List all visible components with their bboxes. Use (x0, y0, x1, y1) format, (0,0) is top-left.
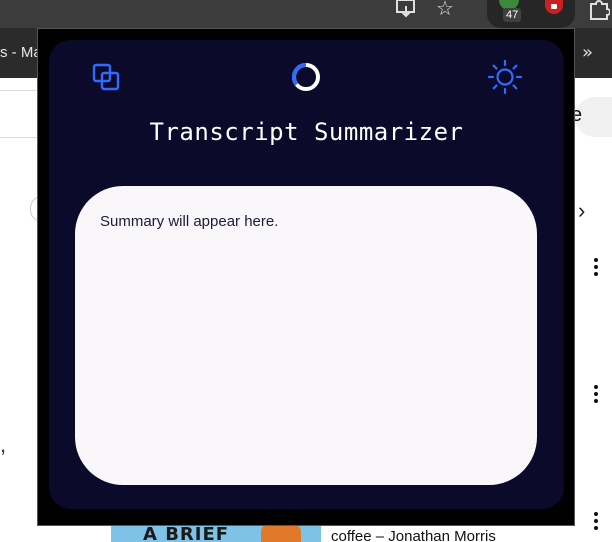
page-text-fragment: , (0, 432, 7, 457)
loading-spinner-icon (290, 61, 322, 97)
more-options-icon[interactable] (594, 512, 598, 533)
copy-button[interactable] (88, 61, 124, 97)
video-title[interactable]: coffee – Jonathan Morris (331, 528, 496, 542)
video-thumbnail[interactable]: A BRIEF (111, 524, 321, 542)
page-divider (0, 90, 40, 91)
summary-output: Summary will appear here. (75, 186, 537, 485)
extensions-puzzle-icon[interactable] (588, 0, 611, 25)
thumbnail-graphic (261, 524, 301, 542)
sun-icon (487, 59, 523, 99)
page-divider (0, 137, 40, 138)
page-pill-button[interactable]: e (571, 97, 612, 137)
loading-indicator (288, 61, 324, 97)
more-options-icon[interactable] (594, 385, 598, 406)
tab-overflow-icon[interactable]: » (582, 42, 593, 63)
bookmark-star-icon[interactable]: ☆ (436, 0, 454, 20)
copy-icon (91, 62, 121, 96)
extension-popup: Transcript Summarizer Summary will appea… (49, 40, 564, 509)
extension-popup-frame: Transcript Summarizer Summary will appea… (37, 28, 575, 526)
install-app-icon[interactable] (396, 0, 416, 25)
chevron-right-icon[interactable]: › (578, 198, 585, 224)
popup-title: Transcript Summarizer (149, 118, 464, 146)
summary-placeholder: Summary will appear here. (100, 213, 279, 230)
thumbnail-text: A BRIEF (143, 524, 230, 542)
more-options-icon[interactable] (594, 258, 598, 279)
extension-badge: 47 (503, 8, 522, 22)
tab-title[interactable]: s - Ma (0, 44, 42, 61)
theme-toggle-button[interactable] (487, 59, 523, 99)
